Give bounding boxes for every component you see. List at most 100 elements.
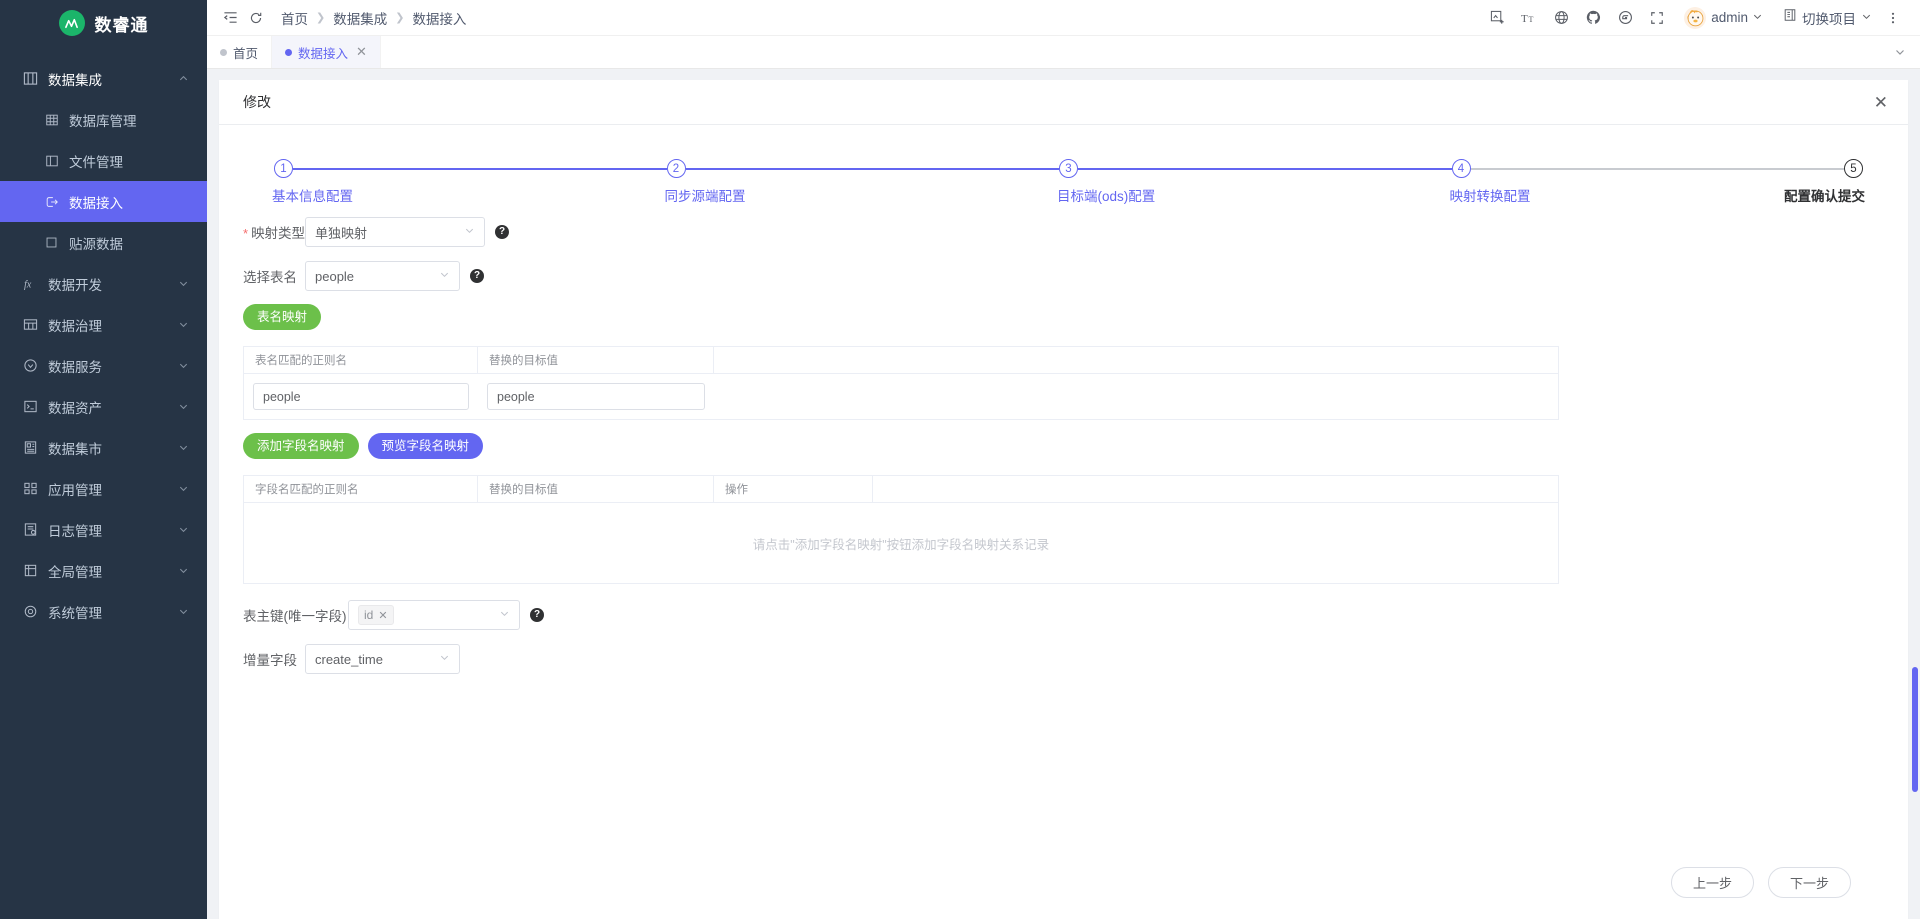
table-name-select[interactable]: people [305, 261, 460, 291]
sidebar-item-data-integration[interactable]: 数据集成 [0, 58, 207, 99]
refresh-icon[interactable] [243, 5, 269, 31]
column-header-filler [873, 476, 1558, 502]
sidebar-item-data-service[interactable]: 数据服务 [0, 345, 207, 386]
dialog-footer: 上一步 下一步 [1670, 867, 1851, 898]
fullscreen-icon[interactable] [1642, 5, 1672, 31]
question-icon[interactable]: ? [495, 225, 509, 239]
step-connector [685, 167, 1059, 170]
sidebar-item-global-management[interactable]: 全局管理 [0, 550, 207, 591]
prev-step-button[interactable]: 上一步 [1670, 867, 1754, 898]
market-icon [22, 439, 39, 456]
step-4[interactable]: 4 映射转换配置 [1450, 159, 1844, 204]
user-menu[interactable]: admin [1680, 6, 1767, 29]
preview-field-mapping-button[interactable]: 预览字段名映射 [367, 433, 484, 459]
sidebar-item-label: 数据资产 [48, 400, 102, 416]
system-icon [22, 603, 39, 620]
data-access-icon [43, 193, 60, 210]
sidebar-item-app-management[interactable]: 应用管理 [0, 468, 207, 509]
table-target-input[interactable] [487, 383, 705, 410]
svg-text:fx: fx [24, 279, 32, 290]
sidebar-item-system-management[interactable]: 系统管理 [0, 591, 207, 632]
table-header: 表名匹配的正则名 替换的目标值 [244, 347, 1558, 374]
column-header-field-target: 替换的目标值 [478, 476, 714, 502]
table-mapping-button[interactable]: 表名映射 [243, 304, 322, 330]
edit-dialog: 修改 ✕ 1 基本信息配置 2 同步源端配置 3 目标端(ods)配置 4 映射… [219, 80, 1908, 919]
sidebar-item-data-access[interactable]: 数据接入 [0, 181, 207, 222]
chevron-down-icon[interactable] [178, 524, 189, 535]
chevron-up-icon[interactable] [178, 73, 189, 84]
increment-field-select[interactable]: create_time [305, 644, 460, 674]
sidebar-item-log-management[interactable]: 日志管理 [0, 509, 207, 550]
screenshot-icon[interactable] [1482, 5, 1512, 31]
project-switcher[interactable]: 切换项目 [1779, 8, 1876, 28]
chevron-down-icon[interactable] [178, 565, 189, 576]
primary-key-select[interactable]: id ✕ [348, 600, 520, 630]
step-connector [293, 167, 667, 170]
field-increment: 增量字段 create_time [243, 644, 1884, 674]
step-5[interactable]: 5 配置确认提交 [1784, 159, 1865, 204]
chevron-down-icon [499, 608, 510, 622]
menu-collapse-icon[interactable] [217, 5, 243, 31]
sidebar-item-data-development[interactable]: fx 数据开发 [0, 263, 207, 304]
breadcrumb-item-data-access: 数据接入 [412, 11, 467, 27]
table-regex-input[interactable] [253, 383, 469, 410]
chevron-down-icon[interactable] [178, 606, 189, 617]
sidebar-item-data-governance[interactable]: 数据治理 [0, 304, 207, 345]
breadcrumb-item-data-integration[interactable]: 数据集成 [333, 8, 387, 28]
topbar: 首页 ❯ 数据集成 ❯ 数据接入 TT admin 切换项目 [207, 0, 1920, 35]
close-icon[interactable]: ✕ [356, 44, 367, 60]
language-globe-icon[interactable] [1546, 5, 1576, 31]
question-icon[interactable]: ? [530, 608, 544, 622]
next-step-button[interactable]: 下一步 [1767, 867, 1851, 898]
tab-home[interactable]: 首页 [207, 36, 273, 68]
breadcrumb-item-home[interactable]: 首页 [281, 8, 308, 28]
step-3[interactable]: 3 目标端(ods)配置 [1057, 159, 1452, 204]
tab-label: 首页 [233, 46, 259, 61]
cell-regex [244, 374, 478, 419]
sidebar-item-data-asset[interactable]: 数据资产 [0, 386, 207, 427]
step-label: 基本信息配置 [272, 189, 353, 204]
step-head: 5 [1844, 159, 1863, 178]
breadcrumb-separator: ❯ [395, 12, 405, 24]
main-area: 首页 ❯ 数据集成 ❯ 数据接入 TT admin 切换项目 首页 数据接入 ✕… [207, 0, 1920, 919]
content-area: 修改 ✕ 1 基本信息配置 2 同步源端配置 3 目标端(ods)配置 4 映射… [207, 69, 1920, 919]
primary-key-tag[interactable]: id ✕ [358, 605, 394, 625]
more-vertical-icon[interactable] [1878, 5, 1908, 31]
steps-row: 1 基本信息配置 2 同步源端配置 3 目标端(ods)配置 4 映射转换配置 … [272, 159, 1865, 204]
topbar-actions: TT admin 切换项目 [1482, 5, 1908, 31]
step-2[interactable]: 2 同步源端配置 [665, 159, 1059, 204]
github-icon[interactable] [1578, 5, 1608, 31]
chevron-down-icon[interactable] [178, 483, 189, 494]
question-icon[interactable]: ? [470, 269, 484, 283]
tab-dot-icon [220, 48, 227, 56]
tabs-bar: 首页 数据接入 ✕ [207, 35, 1920, 69]
tab-dot-icon [285, 48, 293, 56]
mapping-type-label: * 映射类型 [243, 226, 306, 241]
breadcrumb: 首页 ❯ 数据集成 ❯ 数据接入 [281, 8, 466, 28]
user-name: admin [1711, 10, 1748, 25]
tab-data-access[interactable]: 数据接入 ✕ [272, 36, 381, 68]
sidebar-item-file-management[interactable]: 文件管理 [0, 140, 207, 181]
close-icon[interactable]: ✕ [378, 609, 387, 622]
chevron-down-icon[interactable] [178, 360, 189, 371]
project-switch-icon [1783, 8, 1797, 27]
mapping-type-select[interactable]: 单独映射 [305, 217, 485, 247]
gitee-icon[interactable] [1610, 5, 1640, 31]
font-size-icon[interactable]: TT [1514, 5, 1544, 31]
step-1[interactable]: 1 基本信息配置 [272, 159, 667, 204]
table-mapping-actions: 表名映射 [243, 304, 1884, 330]
sidebar-item-database-management[interactable]: 数据库管理 [0, 99, 207, 140]
chevron-down-icon[interactable] [178, 278, 189, 289]
chevron-down-icon[interactable] [178, 442, 189, 453]
close-icon[interactable]: ✕ [1874, 94, 1888, 111]
sidebar-item-source-data[interactable]: 贴源数据 [0, 222, 207, 263]
add-field-mapping-button[interactable]: 添加字段名映射 [243, 433, 359, 459]
sidebar-item-label: 数据服务 [48, 359, 102, 375]
project-switch-label: 切换项目 [1802, 11, 1856, 27]
chevron-down-icon[interactable] [178, 319, 189, 330]
sidebar-item-data-market[interactable]: 数据集市 [0, 427, 207, 468]
vertical-scrollbar[interactable] [1912, 667, 1918, 792]
chevron-down-icon[interactable] [178, 401, 189, 412]
tabs-collapse-button[interactable] [1894, 36, 1920, 68]
chevron-down-icon [439, 269, 450, 283]
